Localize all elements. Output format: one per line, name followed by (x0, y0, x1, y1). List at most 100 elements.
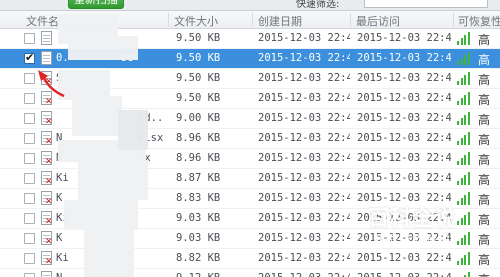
signal-bars-icon (457, 152, 471, 165)
created-date: 2015-12-03 22:4... (258, 132, 350, 144)
file-row[interactable]: ✕Nsx 8.96 KB 2015-12-03 22:4... 2015-12-03 … (0, 149, 500, 169)
created-date: 2015-12-03 22:4... (258, 52, 350, 64)
row-checkbox[interactable] (24, 133, 35, 144)
recoverability-grade: 高 (478, 113, 491, 127)
file-size: 9.50 KB (176, 52, 221, 64)
signal-bar (457, 141, 459, 145)
created-date: 2015-12-03 22:4... (258, 232, 350, 244)
file-icon (41, 51, 52, 65)
file-row[interactable]: 9.50 KB 2015-12-03 22:4... 2015-12-03 22:4… (0, 29, 500, 49)
signal-bar (460, 138, 463, 145)
created-date: 2015-12-03 22:4... (258, 152, 350, 164)
file-name-suffix: oc (70, 52, 134, 64)
created-date: 2015-12-03 22:4... (258, 72, 350, 84)
file-name: Ki (56, 172, 69, 184)
signal-bar (464, 255, 466, 265)
accessed-date: 2015-12-03 22:4... (357, 92, 451, 104)
created-date: 2015-12-03 22:4... (258, 272, 350, 277)
row-checkbox[interactable] (24, 33, 35, 44)
signal-bar (467, 132, 470, 145)
signal-bars-icon (457, 272, 471, 277)
file-row[interactable]: ✕ ld.. 9.00 KB 2015-12-03 22:4... 2015-12-03… (0, 109, 500, 129)
recoverability-grade: 高 (478, 133, 491, 147)
row-checkbox[interactable] (24, 213, 35, 224)
file-size: 9.12 KB (176, 272, 220, 277)
file-name: K (56, 192, 63, 204)
signal-bar (467, 272, 470, 277)
signal-bar (460, 118, 463, 125)
row-checkbox[interactable] (24, 253, 35, 264)
signal-bar (460, 78, 463, 85)
file-size: 9.03 KB (176, 232, 221, 244)
signal-bar (467, 172, 470, 185)
file-row[interactable]: ✕Nxlsx 8.96 KB 2015-12-03 22:4... 2015-12-0… (0, 129, 500, 149)
created-date: 2015-12-03 22:4... (258, 192, 350, 204)
recoverability-grade: 高 (478, 93, 491, 107)
signal-bar (467, 152, 470, 165)
file-size: 8.96 KB (176, 132, 221, 144)
accessed-date: 2015-12-03 22:4... (357, 72, 451, 84)
column-header: 文件名 文件大小 创建日期 最后访问 可恢复性 (0, 11, 500, 29)
column-recoverability[interactable]: 可恢复性 (458, 13, 500, 29)
column-divider[interactable] (168, 13, 169, 27)
signal-bar (464, 35, 466, 45)
signal-bar (464, 55, 466, 65)
signal-bar (460, 38, 463, 45)
signal-bars-icon (457, 32, 471, 45)
row-checkbox[interactable] (24, 113, 35, 124)
file-row[interactable]: ✕9.50 KB2015-12-03 22:4...2015-12-03 22:… (0, 89, 500, 109)
signal-bar (460, 258, 463, 265)
column-accessed[interactable]: 最后访问 (356, 13, 400, 29)
watermark: 百科全说 助你轻松解决 (356, 202, 480, 256)
row-checkbox[interactable] (24, 173, 35, 184)
file-row[interactable]: 0. oc 9.50 KB 2015-12-03 22:4... 2015-12-03… (0, 49, 500, 69)
file-icon (41, 31, 52, 45)
file-size: 9.50 KB (176, 92, 221, 104)
file-size: 8.87 KB (176, 172, 221, 184)
signal-bar (460, 58, 463, 65)
accessed-date: 2015-12-03 22:4... (357, 52, 451, 64)
signal-bar (464, 155, 466, 165)
signal-bar (464, 175, 466, 185)
signal-bar (460, 178, 463, 185)
row-checkbox[interactable] (24, 153, 35, 164)
column-name[interactable]: 文件名 (26, 13, 59, 29)
row-checkbox[interactable] (24, 193, 35, 204)
accessed-date: 2015-12-03 22:4... (357, 152, 451, 164)
signal-bar (467, 72, 470, 85)
signal-bar (457, 81, 459, 85)
signal-bar (457, 261, 459, 265)
recoverability-grade: 高 (478, 271, 490, 277)
signal-bars-icon (457, 92, 471, 105)
filter-input[interactable] (364, 0, 488, 8)
column-divider[interactable] (252, 13, 253, 27)
column-divider[interactable] (350, 13, 351, 27)
file-size: 9.50 KB (176, 32, 221, 44)
deleted-x-icon: ✕ (45, 117, 53, 127)
rescan-button[interactable]: 重新扫描 (68, 0, 124, 9)
file-name: K (56, 232, 63, 244)
file-name-suffix: ld.. (138, 112, 164, 124)
file-row[interactable]: ✕Ki 8.87 KB 2015-12-03 22:4... 2015-12-03 2… (0, 169, 500, 189)
column-divider[interactable] (453, 13, 454, 27)
column-created[interactable]: 创建日期 (258, 13, 302, 29)
row-checkbox[interactable] (24, 51, 35, 64)
signal-bars-icon (457, 172, 471, 185)
row-checkbox[interactable] (24, 233, 35, 244)
file-name: N (56, 152, 63, 164)
file-size: 9.00 KB (176, 112, 221, 124)
accessed-date: 2015-12-03 22:4... (357, 172, 451, 184)
file-row[interactable]: ✕S9.50 KB2015-12-03 22:4...2015-12-03 22… (0, 69, 500, 89)
signal-bar (464, 115, 466, 125)
deleted-x-icon: ✕ (45, 177, 53, 187)
file-size: 8.82 KB (176, 252, 221, 264)
accessed-date: 2015-12-03 22:4... (357, 132, 451, 144)
deleted-x-icon: ✕ (45, 257, 53, 267)
column-size[interactable]: 文件大小 (174, 13, 218, 29)
created-date: 2015-12-03 22:4... (258, 112, 350, 124)
deleted-x-icon: ✕ (45, 157, 53, 167)
row-checkbox[interactable] (24, 273, 35, 277)
recoverability-grade: 高 (478, 53, 491, 67)
file-size: 8.96 KB (176, 152, 221, 164)
file-row[interactable]: ✕N9.12 KB2015-12-03 22:4...2015-12-03 22… (0, 269, 500, 277)
